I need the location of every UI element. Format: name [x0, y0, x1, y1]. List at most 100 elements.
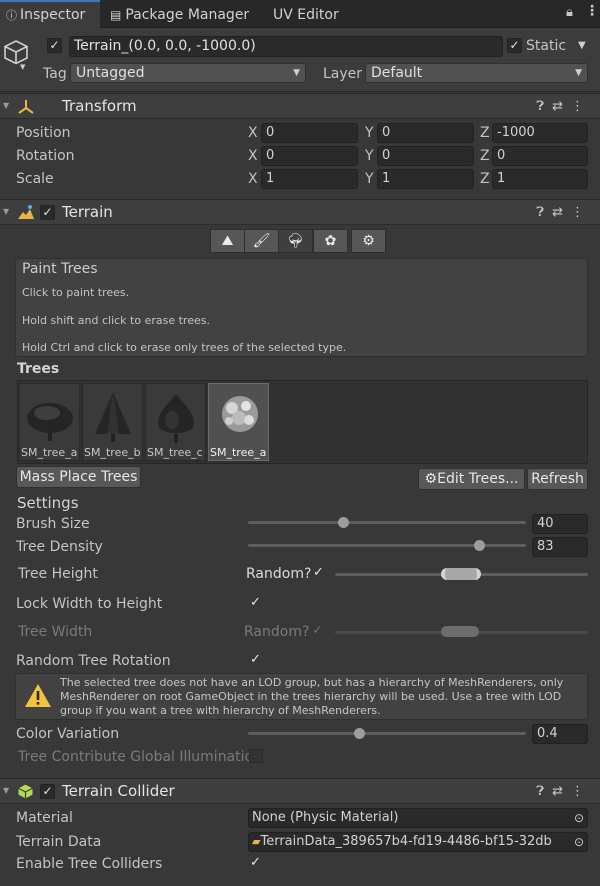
gameobject-cube-icon [4, 40, 28, 65]
enable-tree-colliders-label: Enable Tree Colliders [16, 856, 163, 872]
help-icon[interactable]: ❓︎ [536, 784, 552, 799]
tab-uv-editor[interactable]: UV Editor [273, 0, 353, 28]
tree-name: SM_tree_a [210, 446, 267, 459]
chevron-down-icon: ▼ [293, 68, 300, 78]
rotation-y-axis[interactable]: Y [365, 148, 374, 164]
tree-prototype-item[interactable]: SM_tree_c [145, 383, 206, 461]
more-options-icon[interactable]: ⋮ [585, 3, 599, 19]
collider-icon [17, 783, 34, 800]
tree-width-range-handle [441, 626, 479, 637]
tab-package-manager-label: Package Manager [125, 7, 250, 23]
tree-height-random-checkbox[interactable]: ✓ [313, 565, 324, 580]
tree-prototype-item[interactable]: SM_tree_b [82, 383, 143, 461]
color-variation-slider-thumb[interactable] [354, 728, 366, 739]
tab-package-manager[interactable]: ▤ Package Manager [110, 0, 260, 28]
terrain-collider-enabled-checkbox[interactable]: ✓ [40, 784, 55, 799]
static-dropdown-arrow[interactable]: ▼ [578, 40, 586, 51]
terrain-data-object-field[interactable]: ▰TerrainData_389657b4-fd19-4486-bf15-32d… [248, 832, 588, 852]
leafy-tree-thumbnail-icon [222, 396, 258, 432]
brush-size-slider[interactable] [248, 521, 526, 524]
terrain-header[interactable]: ▼ ✓ Terrain ❓︎⇄⋮ [0, 199, 600, 225]
object-name-field[interactable]: Terrain_(0.0, 0.0, -1000.0) [69, 36, 503, 57]
tree-density-label: Tree Density [16, 539, 103, 555]
paint-details-icon: ✿ [324, 233, 337, 249]
position-y-field[interactable]: 0 [377, 123, 474, 143]
settings-label: Settings [17, 494, 79, 512]
terrain-collider-header[interactable]: ▼ ✓ Terrain Collider ❓︎⇄⋮ [0, 778, 600, 804]
random-rotation-label: Random Tree Rotation [16, 653, 171, 669]
help-line-2: Hold shift and click to erase trees. [22, 314, 210, 327]
scale-y-field[interactable]: 1 [377, 169, 474, 189]
tree-height-label: Tree Height [18, 566, 98, 582]
help-title: Paint Trees [22, 261, 98, 277]
transform-header[interactable]: ▼ Transform ❓︎⇄⋮ [0, 93, 600, 119]
tree-density-slider-thumb[interactable] [473, 540, 485, 551]
rotation-x-field[interactable]: 0 [261, 146, 358, 166]
tag-value: Untagged [76, 65, 145, 81]
paint-trees-tool[interactable]: 🌳︎ [278, 229, 313, 253]
random-rotation-checkbox[interactable]: ✓ [250, 652, 261, 667]
object-picker-icon[interactable]: ⊙ [574, 809, 584, 827]
tree-prototype-item-selected[interactable]: SM_tree_a [208, 383, 269, 461]
tab-inspector[interactable]: ⓘ Inspector [0, 0, 100, 28]
transform-title: Transform [62, 97, 137, 115]
presets-icon[interactable]: ⇄ [552, 205, 571, 220]
lock-icon[interactable]: 🔒︎ [566, 5, 573, 20]
color-variation-slider[interactable] [248, 732, 526, 735]
edit-trees-button[interactable]: ⚙Edit Trees... [418, 468, 525, 490]
brush-size-field[interactable]: 40 [532, 514, 588, 534]
info-icon: ⓘ [6, 9, 17, 22]
layer-label: Layer [323, 66, 363, 82]
terrain-enabled-checkbox[interactable]: ✓ [40, 205, 55, 220]
material-object-field[interactable]: None (Physic Material) ⊙ [248, 808, 588, 828]
position-z-axis[interactable]: Z [480, 125, 490, 141]
rotation-y-field[interactable]: 0 [377, 146, 474, 166]
terrain-settings-tool[interactable]: ⚙ [351, 229, 386, 253]
tag-label: Tag [43, 66, 67, 82]
tree-prototype-item[interactable]: SM_tree_a [19, 383, 80, 461]
scale-z-axis[interactable]: Z [480, 171, 490, 187]
tag-dropdown[interactable]: Untagged ▼ [70, 63, 306, 83]
presets-icon[interactable]: ⇄ [552, 99, 571, 114]
color-variation-field[interactable]: 0.4 [532, 724, 588, 744]
position-x-axis[interactable]: X [248, 125, 258, 141]
rotation-z-axis[interactable]: Z [480, 148, 490, 164]
presets-icon[interactable]: ⇄ [552, 784, 571, 799]
rotation-x-axis[interactable]: X [248, 148, 258, 164]
scale-z-field[interactable]: 1 [492, 169, 588, 189]
rotation-z-field[interactable]: 0 [492, 146, 588, 166]
scale-x-axis[interactable]: X [248, 171, 258, 187]
package-icon: ▤ [110, 8, 122, 22]
foldout-arrow-icon[interactable]: ▼ [3, 101, 9, 110]
lock-width-checkbox[interactable]: ✓ [250, 595, 261, 610]
position-z-field[interactable]: -1000 [492, 123, 588, 143]
more-options-icon[interactable]: ⋮ [571, 205, 592, 220]
active-checkbox[interactable]: ✓ [47, 38, 62, 53]
tree-density-field[interactable]: 83 [532, 537, 588, 557]
raise-terrain-tool[interactable]: ⛰ [210, 229, 245, 253]
foldout-arrow-icon[interactable]: ▼ [3, 786, 9, 795]
help-icon[interactable]: ❓︎ [536, 205, 552, 220]
scale-y-axis[interactable]: Y [365, 171, 374, 187]
paint-texture-tool[interactable]: 🖌︎ [244, 229, 279, 253]
paint-details-tool[interactable]: ✿ [313, 229, 348, 253]
mass-place-trees-button[interactable]: Mass Place Trees [16, 466, 141, 488]
more-options-icon[interactable]: ⋮ [571, 99, 592, 114]
material-value: None (Physic Material) [252, 810, 399, 825]
foldout-arrow-icon[interactable]: ▼ [3, 207, 9, 216]
static-checkbox[interactable]: ✓ [507, 38, 522, 53]
enable-tree-colliders-checkbox[interactable]: ✓ [250, 855, 261, 870]
refresh-button[interactable]: Refresh [527, 468, 588, 490]
help-icon[interactable]: ❓︎ [536, 99, 552, 114]
position-x-field[interactable]: 0 [261, 123, 358, 143]
tree-name: SM_tree_c [147, 446, 203, 459]
settings-gear-icon: ⚙ [362, 233, 375, 249]
brush-size-slider-thumb[interactable] [337, 517, 349, 528]
position-y-axis[interactable]: Y [365, 125, 374, 141]
more-options-icon[interactable]: ⋮ [571, 784, 592, 799]
scale-x-field[interactable]: 1 [261, 169, 358, 189]
object-picker-icon[interactable]: ⊙ [573, 833, 584, 851]
icon-dropdown-arrow[interactable]: ▼ [20, 63, 25, 71]
layer-dropdown[interactable]: Default ▼ [365, 63, 588, 83]
tree-height-range-handle[interactable] [441, 568, 481, 580]
